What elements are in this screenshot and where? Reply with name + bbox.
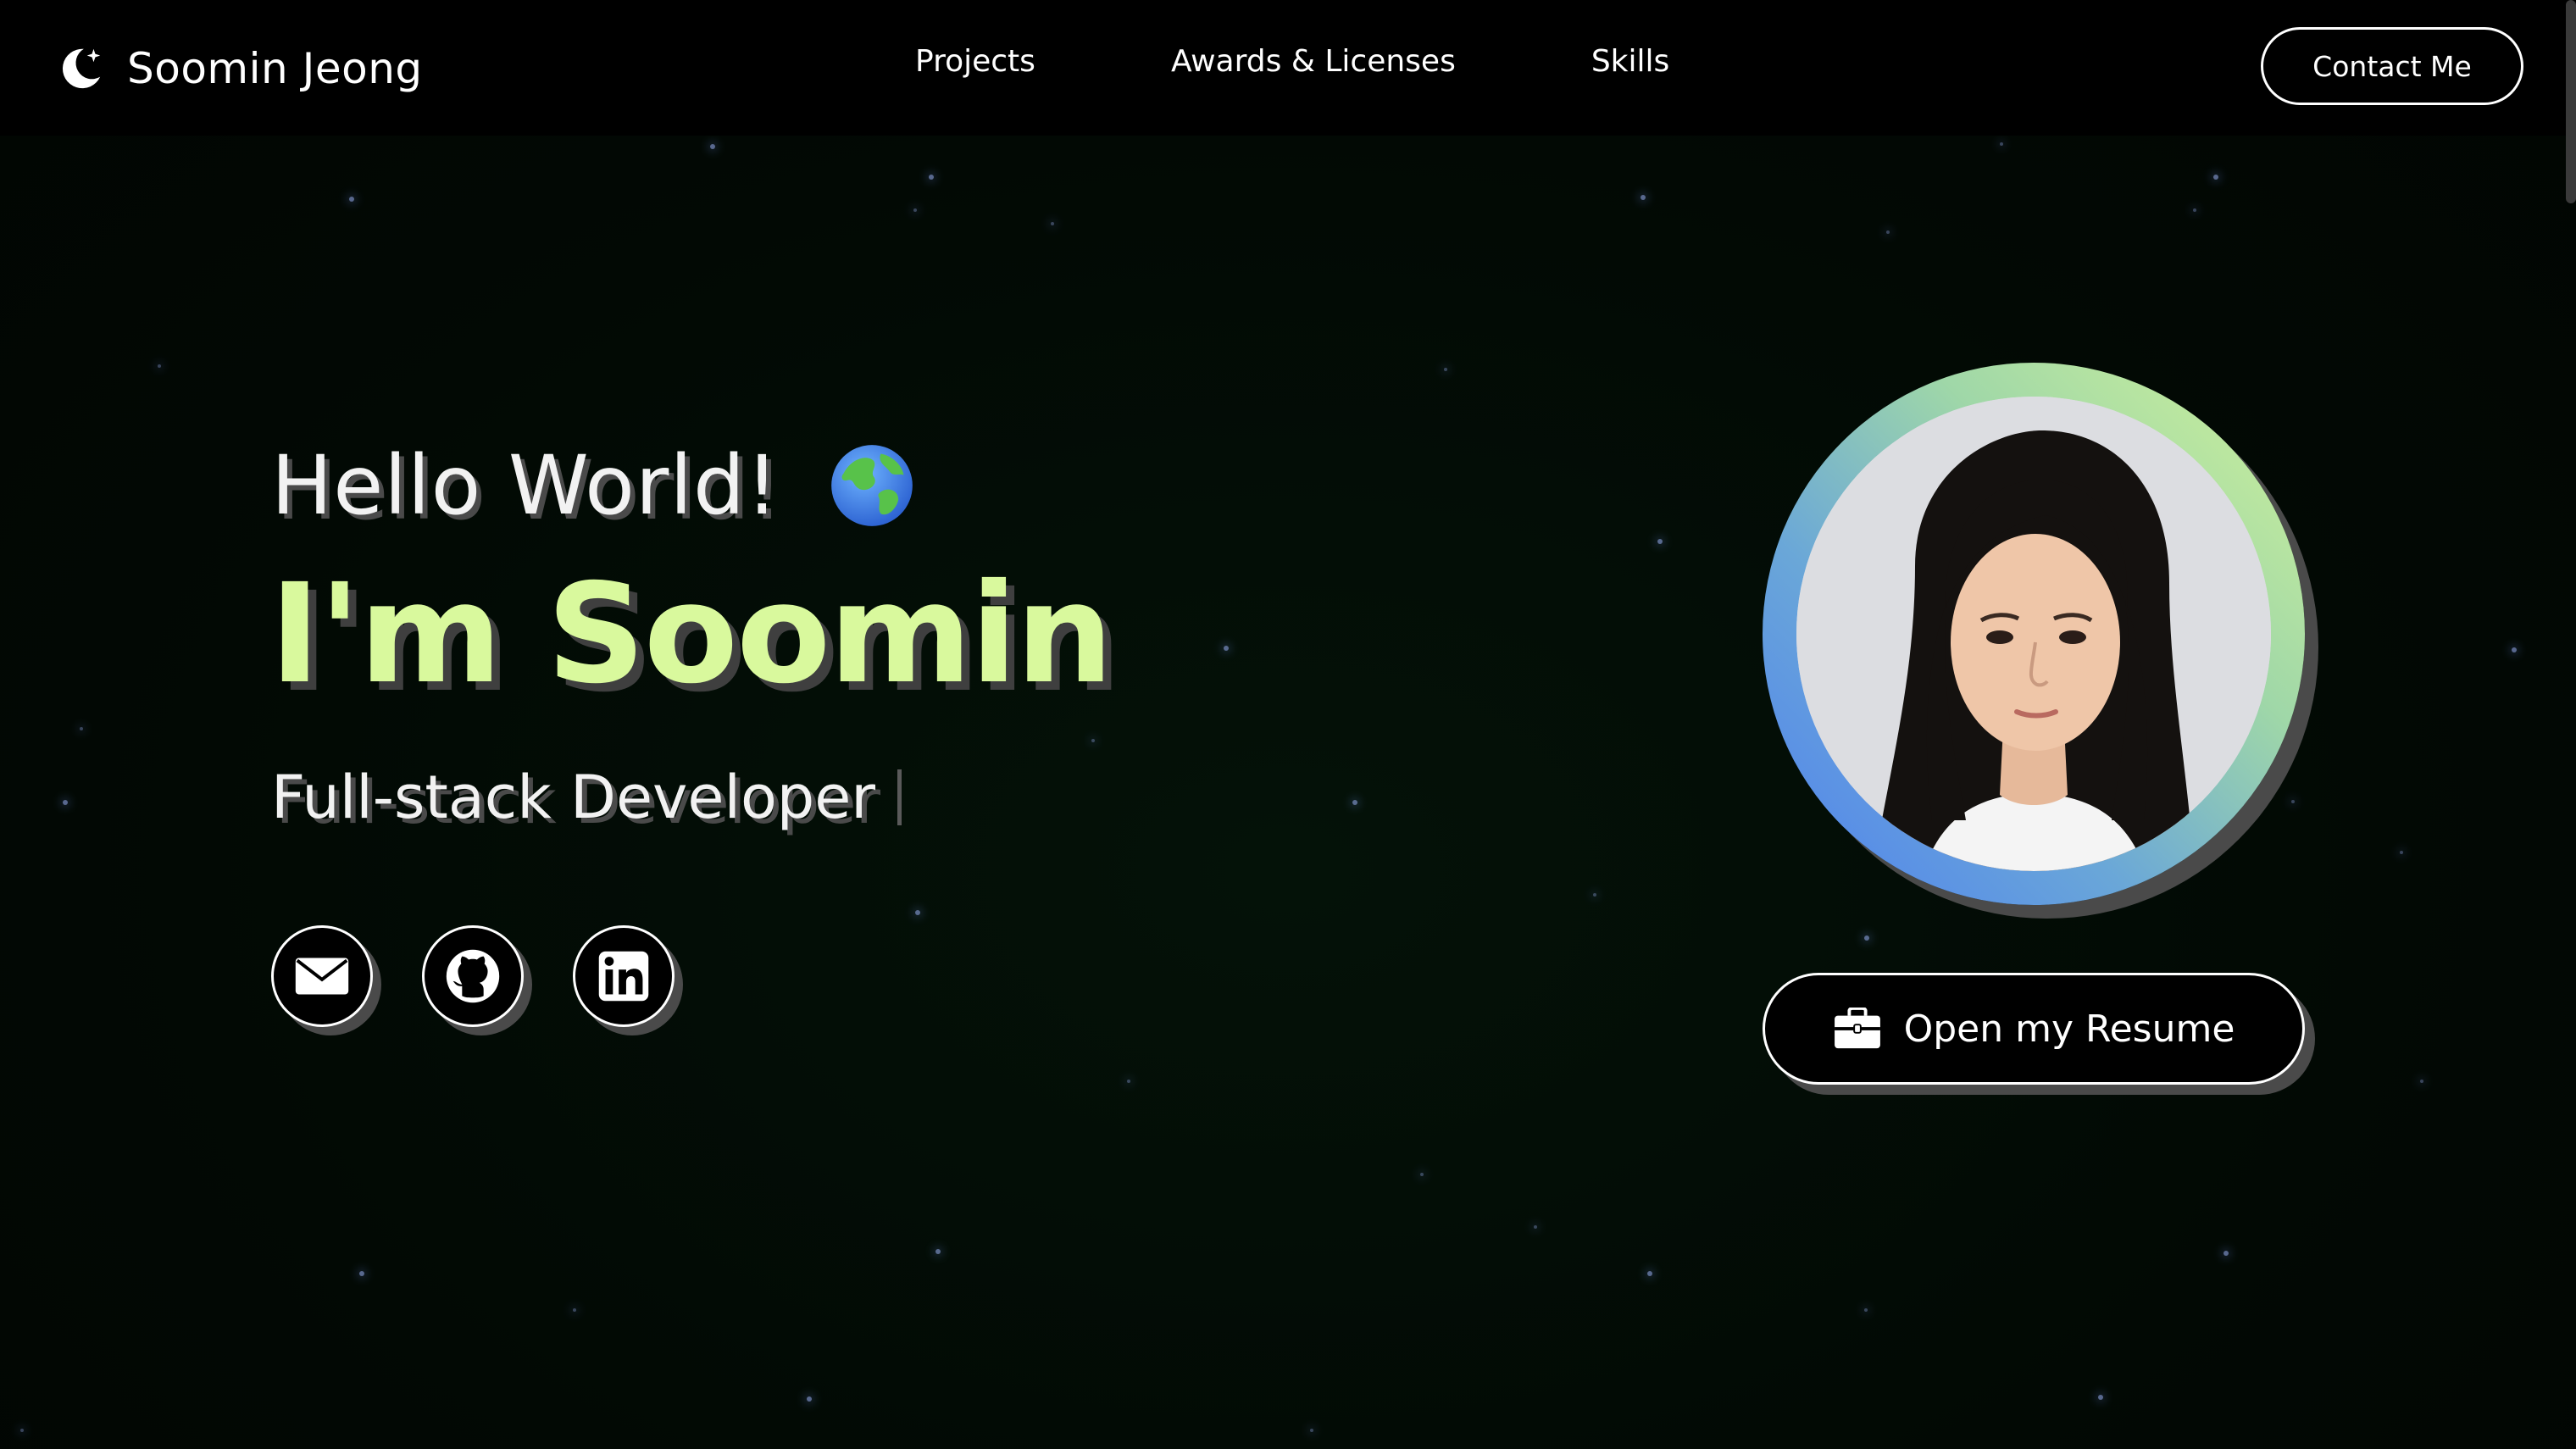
greeting-text: Hello World! [271,438,780,533]
brand-logo[interactable]: Soomin Jeong [56,39,423,98]
nav-link-awards[interactable]: Awards & Licenses [1171,44,1456,79]
nav-links: Projects Awards & Licenses Skills [915,44,1669,79]
page-scrollbar[interactable] [2566,0,2576,203]
contact-me-button[interactable]: Contact Me [2261,27,2523,105]
hero-role: Full-stack Developer [271,759,902,836]
github-button[interactable] [422,925,524,1027]
globe-icon [831,445,913,526]
profile-photo-frame [1763,363,2305,905]
brand-name: Soomin Jeong [127,44,423,93]
social-links [271,925,675,1027]
nav-link-skills[interactable]: Skills [1591,44,1669,79]
nav-link-projects[interactable]: Projects [915,44,1035,79]
open-resume-button[interactable]: Open my Resume [1763,973,2305,1085]
linkedin-button[interactable] [573,925,675,1027]
profile-photo [1796,397,2271,871]
resume-button-label: Open my Resume [1903,1007,2235,1051]
linkedin-icon [598,951,649,1002]
top-navbar: Soomin Jeong Projects Awards & Licenses … [0,0,2576,136]
greeting: Hello World! [271,430,916,541]
portrait-illustration [1796,397,2271,871]
portfolio-page: Soomin Jeong Projects Awards & Licenses … [0,0,2576,1449]
hero-headline: I'm Soomin [269,555,1113,714]
mail-icon [295,958,349,995]
typing-cursor [897,769,902,825]
role-text: Full-stack Developer [271,763,876,832]
email-button[interactable] [271,925,373,1027]
github-icon [446,949,500,1003]
briefcase-icon [1834,1008,1880,1049]
crescent-moon-icon [62,48,101,89]
